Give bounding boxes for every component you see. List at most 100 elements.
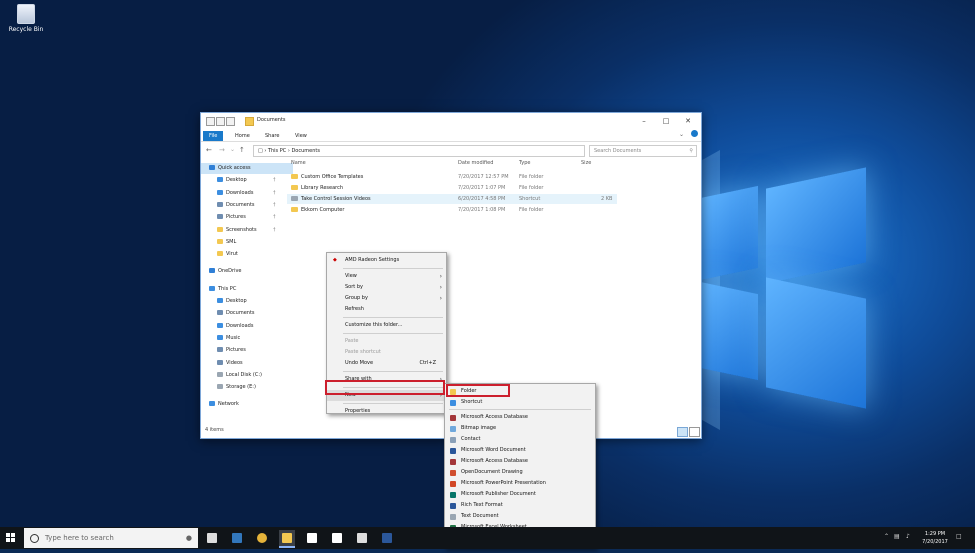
submenu-item[interactable]: Microsoft Access Database (445, 412, 595, 423)
tab-view[interactable]: View (289, 131, 313, 141)
column-header-size[interactable]: Size (581, 160, 591, 166)
address-bar[interactable]: □ › This PC › Documents (253, 145, 585, 157)
menu-item[interactable]: Refresh (327, 304, 446, 315)
nav-item[interactable]: Documents † (201, 200, 276, 211)
submenu-item[interactable]: Rich Text Format (445, 500, 595, 511)
forward-icon[interactable]: → (219, 146, 225, 154)
menu-item-label: AMD Radeon Settings (345, 257, 400, 263)
menu-separator (343, 371, 443, 372)
drawing-icon (450, 470, 456, 476)
store-icon[interactable] (304, 530, 320, 546)
start-button[interactable] (0, 527, 22, 549)
nav-item[interactable]: Downloads (201, 321, 253, 332)
tab-home[interactable]: Home (229, 131, 256, 141)
file-row[interactable]: Custom Office Templates 7/20/2017 12:57 P… (287, 172, 617, 182)
undo-icon[interactable] (226, 117, 235, 126)
taskbar-search[interactable]: Type here to search ● (24, 528, 198, 548)
folder-icon (291, 174, 298, 179)
file-date: 7/20/2017 1:07 PM (458, 185, 506, 191)
minimize-button[interactable]: – (633, 115, 655, 127)
calculator-icon[interactable] (354, 530, 370, 546)
nav-item[interactable]: Virut (201, 249, 238, 260)
menu-item[interactable]: Paste (327, 336, 446, 347)
tab-share[interactable]: Share (259, 131, 285, 141)
tray-chevron-icon[interactable]: ⌃ (884, 533, 889, 540)
menu-item-label: Paste shortcut (345, 349, 381, 355)
nav-item-label: Desktop (226, 177, 247, 184)
ribbon-expand-icon[interactable]: ⌄ (679, 131, 684, 138)
nav-item[interactable]: Storage (E:) (201, 382, 256, 393)
search-input[interactable]: Search Documents ⚲ (589, 145, 697, 157)
properties-icon[interactable] (206, 117, 215, 126)
breadcrumb-documents[interactable]: Documents (291, 148, 320, 154)
maximize-button[interactable]: □ (655, 115, 677, 127)
network-tray-icon[interactable]: ▤ (894, 533, 900, 540)
submenu-item[interactable]: Microsoft Access Database (445, 456, 595, 467)
nav-item[interactable]: Desktop (201, 296, 247, 307)
task-view-icon[interactable] (204, 530, 220, 546)
menu-item[interactable]: View › (327, 271, 446, 282)
volume-icon[interactable]: ♪ (906, 533, 910, 540)
mail-icon[interactable] (329, 530, 345, 546)
nav-item[interactable]: Documents (201, 308, 255, 319)
clock[interactable]: 1:29 PM 7/20/2017 (920, 530, 950, 546)
nav-item[interactable]: Network (201, 399, 239, 410)
submenu-item[interactable]: OpenDocument Drawing (445, 467, 595, 478)
nav-item[interactable]: Quick access (201, 163, 293, 174)
up-icon[interactable]: ↑ (239, 146, 245, 154)
word-icon[interactable] (379, 530, 395, 546)
back-icon[interactable]: ← (206, 146, 212, 154)
menu-item[interactable]: Sort by › (327, 282, 446, 293)
notifications-icon[interactable]: □ (956, 533, 962, 540)
file-row[interactable]: Library Research 7/20/2017 1:07 PM File fo… (287, 183, 617, 193)
details-view-icon[interactable] (677, 427, 688, 437)
file-row[interactable]: Take Control Session Videos 6/20/2017 4:5… (287, 194, 617, 204)
submenu-item[interactable]: Bitmap image (445, 423, 595, 434)
recycle-bin[interactable]: Recycle Bin (6, 4, 46, 33)
nav-item[interactable]: Pictures † (201, 212, 276, 223)
microphone-icon[interactable]: ● (186, 528, 192, 548)
breadcrumb-this-pc[interactable]: This PC (268, 148, 286, 154)
menu-item[interactable]: Group by › (327, 293, 446, 304)
submenu-item[interactable]: Shortcut (445, 397, 595, 408)
menu-item-label: Paste (345, 338, 359, 344)
nav-item-label: Music (226, 334, 241, 341)
close-button[interactable]: ✕ (677, 115, 699, 127)
nav-item[interactable]: Screenshots † (201, 225, 276, 236)
menu-item[interactable]: Customize this folder... (327, 320, 446, 331)
column-header-type[interactable]: Type (519, 160, 530, 166)
recent-icon[interactable]: ⌄ (230, 146, 235, 153)
chevron-right-icon: › (439, 295, 442, 302)
menu-item[interactable]: Paste shortcut (327, 347, 446, 358)
nav-item[interactable]: Desktop † (201, 175, 276, 186)
file-explorer-icon[interactable] (279, 530, 295, 548)
submenu-item[interactable]: Microsoft Word Document (445, 445, 595, 456)
menu-item[interactable]: Undo Move Ctrl+Z (327, 358, 446, 369)
nav-item[interactable]: Downloads † (201, 188, 276, 199)
menu-item[interactable]: Properties (327, 406, 446, 417)
menu-item[interactable]: ◆ AMD Radeon Settings (327, 255, 446, 266)
nav-item[interactable]: Videos (201, 358, 243, 369)
tab-file[interactable]: File (203, 131, 224, 141)
submenu-item[interactable]: Microsoft Publisher Document (445, 489, 595, 500)
help-icon[interactable] (691, 130, 698, 137)
submenu-item[interactable]: Microsoft PowerPoint Presentation (445, 478, 595, 489)
store-icon-glyph (307, 533, 317, 543)
nav-item[interactable]: Pictures (201, 345, 246, 356)
chrome-icon[interactable] (254, 530, 270, 546)
nav-item[interactable]: OneDrive (201, 266, 242, 277)
column-header-date[interactable]: Date modified (458, 160, 493, 166)
new-folder-icon[interactable] (216, 117, 225, 126)
word-icon (450, 448, 456, 454)
menu-separator (343, 317, 443, 318)
nav-item[interactable]: Local Disk (C:) (201, 370, 262, 381)
nav-item[interactable]: Music (201, 333, 240, 344)
nav-item[interactable]: SML (201, 237, 236, 248)
submenu-item[interactable]: Contact (445, 434, 595, 445)
large-icons-view-icon[interactable] (689, 427, 700, 437)
submenu-item[interactable]: Text Document (445, 511, 595, 522)
nav-item[interactable]: This PC (201, 284, 236, 295)
file-row[interactable]: Ekkorn Computer 7/20/2017 1:08 PM File fol… (287, 205, 617, 215)
column-header-name[interactable]: Name (291, 160, 306, 166)
edge-icon[interactable] (229, 530, 245, 546)
